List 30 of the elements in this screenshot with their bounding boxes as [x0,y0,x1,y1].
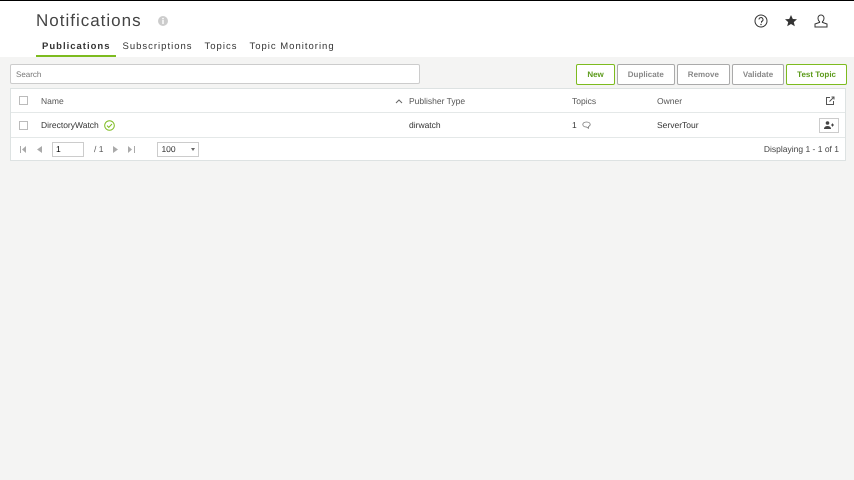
tab[interactable]: Publications [36,39,116,57]
select-all-checkbox[interactable] [19,96,28,105]
column-header[interactable]: Publisher Type [409,96,572,106]
column-header[interactable]: Name [41,96,64,106]
user-icon[interactable] [814,14,828,28]
page-number-field[interactable]: 1 [52,142,84,156]
tab[interactable]: Topics [198,39,244,57]
add-user-button[interactable] [819,118,839,132]
sort-caret-icon[interactable] [395,98,403,104]
table-cell-text: dirwatch [409,120,442,130]
star-icon[interactable] [784,14,798,28]
export-icon[interactable] [825,96,835,106]
column-header[interactable]: Topics [572,96,657,106]
column-header[interactable]: Owner [657,96,807,106]
page-total: / 1 [94,144,104,154]
caret-icon [191,148,196,150]
row-checkbox[interactable] [19,120,28,130]
table-cell: DirectoryWatch [41,120,99,130]
add-user-icon [824,121,834,129]
table-cell-text: ServerTour [657,120,700,130]
help-icon[interactable] [754,14,768,28]
table-cell: 1 [572,120,577,130]
page-size-dropdown[interactable]: 100 [157,142,200,156]
tab[interactable]: Topic Monitoring [243,39,341,57]
display-status: Displaying 1 - 1 of 1 [764,144,839,154]
page-title: Notifications [36,11,142,31]
tab[interactable]: Subscriptions [116,39,199,57]
search-field[interactable]: Search [10,64,420,84]
info-icon [158,16,168,26]
speech-bubble-icon [582,121,591,129]
